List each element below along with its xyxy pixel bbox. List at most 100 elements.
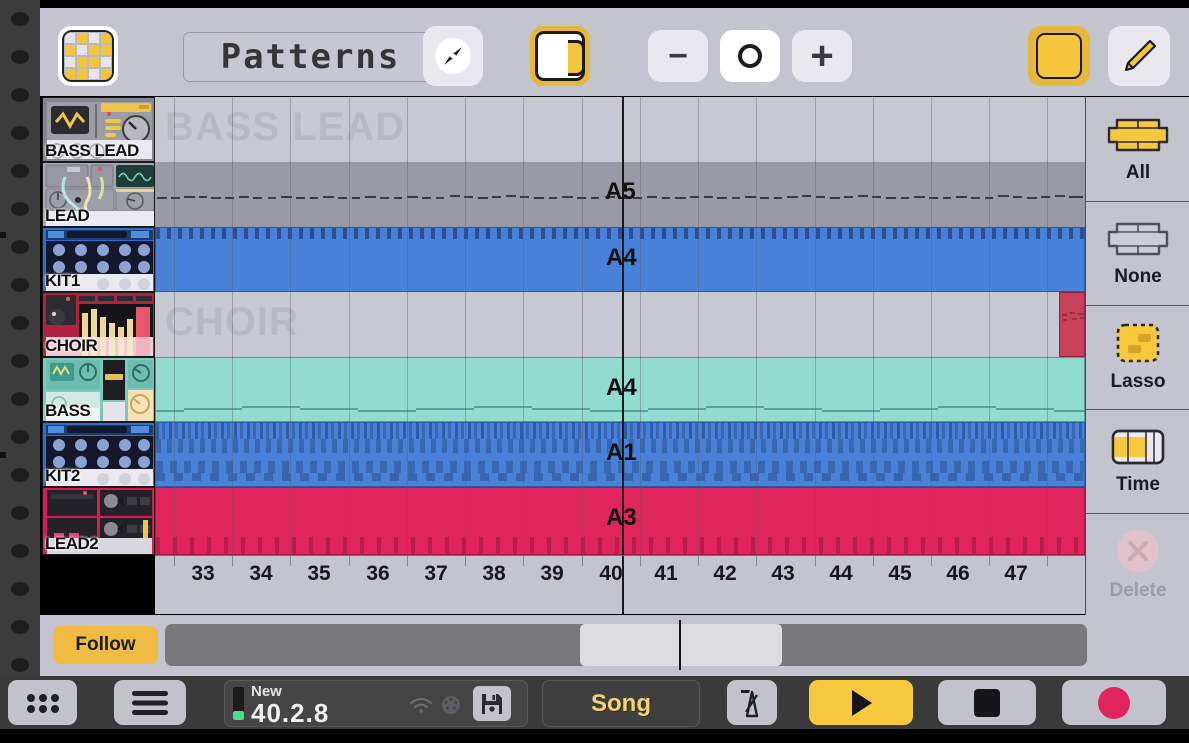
clip-bass[interactable]: A4 <box>155 357 1085 422</box>
floppy-save-icon <box>482 693 502 714</box>
level-meter <box>233 687 244 720</box>
horizontal-scrollbar-thumb[interactable] <box>580 624 782 666</box>
tool-label: All <box>1125 162 1151 183</box>
tool-none[interactable]: None <box>1086 201 1189 306</box>
playhead-ruler-marker[interactable] <box>622 556 624 614</box>
bar-number: 35 <box>307 562 331 585</box>
play-button[interactable] <box>809 680 913 725</box>
select-none-icon <box>1107 222 1169 256</box>
clip-dense-pattern-a <box>156 423 1085 439</box>
bar-number: 43 <box>771 562 795 585</box>
pattern-grid-button[interactable] <box>58 26 118 86</box>
transport-bar: New 40.2.8 Song <box>0 676 1189 729</box>
song-position: 40.2.8 <box>251 698 330 728</box>
top-toolbar: Patterns − + <box>40 8 1189 96</box>
bar-number: 47 <box>1004 562 1028 585</box>
apps-button[interactable] <box>8 680 77 725</box>
hamburger-menu-icon <box>132 690 168 715</box>
pattern-grid-icon <box>62 30 114 82</box>
circle-icon <box>738 44 762 68</box>
lane-lead2[interactable]: A3 <box>155 487 1085 555</box>
timeline-ruler[interactable]: 33 34 35 36 37 38 39 40 41 42 43 44 45 4… <box>155 555 1085 614</box>
lane-lead[interactable]: A5 <box>155 162 1085 227</box>
metronome-button[interactable] <box>727 680 777 725</box>
clip-sparse-pattern <box>156 537 1085 554</box>
tool-delete[interactable]: Delete <box>1086 513 1189 617</box>
track-name: BASS <box>45 401 91 420</box>
patterns-display[interactable]: Patterns <box>183 32 438 82</box>
song-mode-button[interactable]: Song <box>542 680 700 727</box>
track-header-choir[interactable]: CHOIR <box>42 292 155 357</box>
clip-kit2[interactable]: A1 <box>155 422 1085 487</box>
lane-bass[interactable]: A4 <box>155 357 1085 422</box>
tool-all[interactable]: All <box>1086 97 1189 202</box>
horizontal-scrollbar-track[interactable] <box>165 620 1087 670</box>
bar-number: 46 <box>946 562 970 585</box>
lane-bass-lead[interactable]: BASS LEAD <box>155 97 1085 162</box>
track-header-kit2[interactable]: KIT2 <box>42 422 155 487</box>
save-button[interactable] <box>473 686 511 721</box>
select-all-icon <box>1107 118 1169 152</box>
scroll-strip: Follow <box>40 615 1189 676</box>
lane-kit1[interactable]: A4 <box>155 227 1085 292</box>
track-header-list: BASS LEAD LEAD KIT1 CHOIR BASS KIT2 LEAD… <box>42 97 155 555</box>
zoom-out-button[interactable]: − <box>648 30 708 82</box>
track-name: CHOIR <box>45 336 98 355</box>
track-header-bass-lead[interactable]: BASS LEAD <box>42 97 155 162</box>
track-header-bass[interactable]: BASS <box>42 357 155 422</box>
clip-lead2[interactable]: A3 <box>155 487 1085 555</box>
bar-number: 33 <box>191 562 215 585</box>
bar-number: 37 <box>424 562 448 585</box>
bar-number: 40 <box>599 562 623 585</box>
page-card-icon <box>535 31 585 81</box>
navigate-button[interactable] <box>423 26 483 86</box>
record-button[interactable] <box>1062 680 1166 725</box>
tool-time[interactable]: Time <box>1086 409 1189 514</box>
square-select-icon <box>1036 33 1082 79</box>
app-root: Patterns − + BASS LEAD LEAD KIT1 CHOIR B… <box>0 0 1189 743</box>
project-info-box[interactable]: New 40.2.8 <box>224 680 528 728</box>
select-mode-button[interactable] <box>1028 26 1090 86</box>
bar-number: 44 <box>829 562 853 585</box>
track-header-kit1[interactable]: KIT1 <box>42 227 155 292</box>
track-name: KIT2 <box>45 466 80 485</box>
bar-number: 38 <box>482 562 506 585</box>
tool-rail: All None Lasso Time Delete <box>1085 97 1189 615</box>
clip-kit1[interactable]: A4 <box>155 227 1085 292</box>
time-select-icon <box>1111 429 1165 465</box>
wifi-icon <box>410 698 432 713</box>
lane-empty-label: BASS LEAD <box>165 105 406 149</box>
bar-number: 41 <box>654 562 678 585</box>
follow-button[interactable]: Follow <box>53 626 158 664</box>
zoom-in-button[interactable]: + <box>792 30 852 82</box>
lane-kit2[interactable]: A1 <box>155 422 1085 487</box>
zoom-reset-button[interactable] <box>720 30 780 82</box>
clip-lead[interactable]: A5 <box>155 162 1085 227</box>
lane-empty-label: CHOIR <box>165 300 299 344</box>
page-button[interactable] <box>530 26 590 86</box>
bar-number: 36 <box>366 562 390 585</box>
stop-icon <box>974 688 1000 717</box>
clip-choir[interactable] <box>1059 292 1085 357</box>
playhead[interactable] <box>622 97 624 555</box>
tool-label: Delete <box>1109 580 1167 601</box>
arrangement-area[interactable]: BASS LEAD A5 CHOIR <box>155 97 1085 555</box>
left-edge-strip <box>0 0 40 676</box>
stop-button[interactable] <box>938 680 1036 725</box>
play-icon <box>852 689 872 716</box>
pencil-tool-button[interactable] <box>1108 26 1170 86</box>
bar-number: 39 <box>540 562 564 585</box>
record-icon <box>1098 686 1130 719</box>
track-header-lead[interactable]: LEAD <box>42 162 155 227</box>
delete-x-icon <box>1117 530 1159 572</box>
lasso-icon <box>1116 323 1160 363</box>
pencil-icon <box>1124 39 1157 72</box>
track-name: LEAD2 <box>45 534 99 553</box>
menu-button[interactable] <box>114 680 186 725</box>
clip-dense-pattern-c <box>156 461 1085 473</box>
apps-grid-icon <box>26 693 59 713</box>
metronome-icon <box>741 689 759 717</box>
lane-choir[interactable]: CHOIR <box>155 292 1085 357</box>
tool-lasso[interactable]: Lasso <box>1086 305 1189 410</box>
track-header-lead2[interactable]: LEAD2 <box>42 487 155 555</box>
